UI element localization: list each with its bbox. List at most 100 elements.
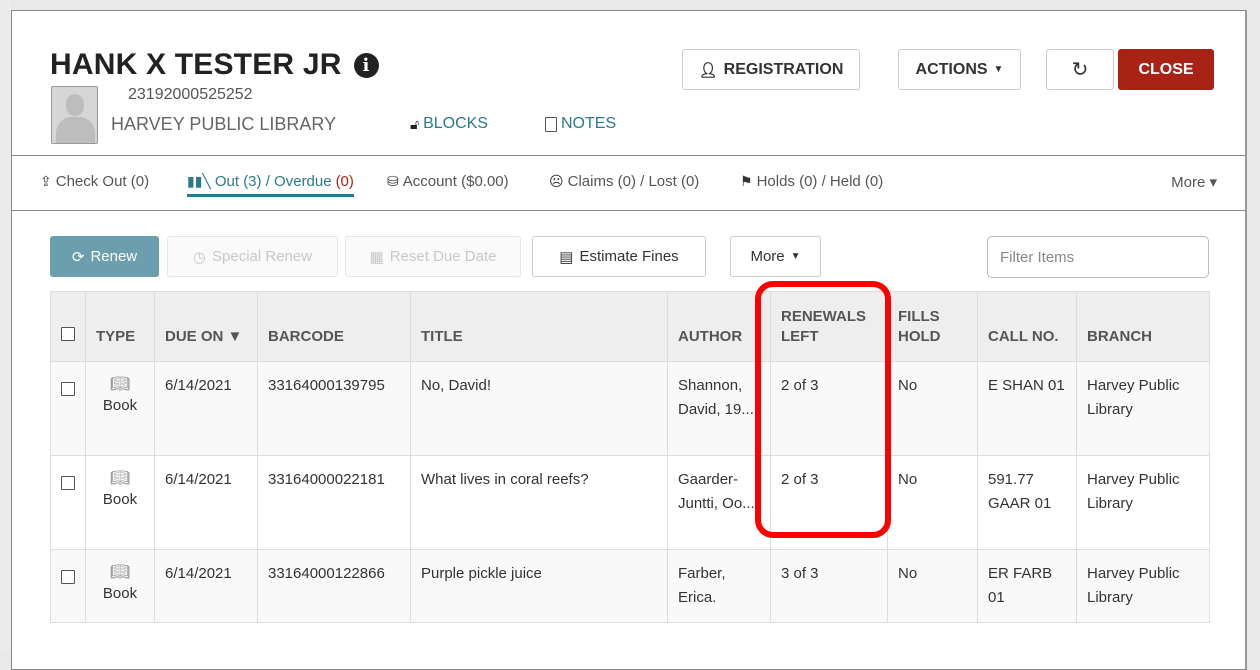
filter-items-input[interactable] bbox=[987, 236, 1209, 278]
tab-holds[interactable]: ⚑ Holds (0) / Held (0) bbox=[740, 173, 883, 190]
user-icon: 👤︎ bbox=[698, 61, 718, 79]
blocks-link[interactable]: 🔓︎ BLOCKS bbox=[410, 115, 488, 133]
call-no-cell: E SHAN 01 bbox=[977, 361, 1077, 456]
estimate-fines-label: Estimate Fines bbox=[579, 248, 679, 265]
due-on-cell: 6/14/2021 bbox=[154, 455, 258, 550]
patron-tabs: ⇪ Check Out (0) ▮▮╲ Out (3) / Overdue (0… bbox=[12, 157, 1245, 211]
row-checkbox[interactable] bbox=[61, 382, 75, 396]
row-checkbox[interactable] bbox=[61, 570, 75, 584]
flag-icon: ⚑ bbox=[740, 173, 753, 189]
tab-check-out[interactable]: ⇪ Check Out (0) bbox=[40, 173, 149, 190]
more-label: More bbox=[750, 248, 785, 265]
actions-label: ACTIONS bbox=[915, 60, 988, 78]
renewals-left-cell: 2 of 3 bbox=[770, 455, 888, 550]
tab-claims[interactable]: ☹︎ Claims (0) / Lost (0) bbox=[549, 173, 699, 190]
special-renew-button[interactable]: ◷ Special Renew bbox=[167, 236, 338, 277]
column-header-fills-hold[interactable]: FILLS HOLD bbox=[887, 291, 978, 362]
author-cell: Shannon, David, 19... bbox=[667, 361, 771, 456]
confused-face-icon: ☹︎ bbox=[549, 173, 564, 189]
table-row[interactable]: 📖︎ Book 6/14/2021 33164000122866 Purple p… bbox=[50, 549, 1210, 623]
estimate-fines-button[interactable]: ▤ Estimate Fines bbox=[532, 236, 706, 277]
column-header-branch[interactable]: BRANCH bbox=[1076, 291, 1210, 362]
tab-items-out[interactable]: ▮▮╲ Out (3) / Overdue (0) bbox=[187, 173, 354, 197]
tab-label: Out (3) / Overdue bbox=[214, 173, 332, 190]
caret-down-icon: ▼ bbox=[790, 251, 801, 262]
column-header-call-no[interactable]: CALL NO. bbox=[977, 291, 1077, 362]
book-icon: 📖︎ bbox=[109, 564, 131, 581]
patron-header: HANK X TESTER JR i 23192000525252 HARVEY… bbox=[12, 11, 1245, 156]
type-cell: 📖︎ Book bbox=[85, 549, 155, 623]
notes-link[interactable]: NOTES bbox=[545, 115, 616, 133]
clock-icon: ◷ bbox=[192, 248, 207, 266]
background-strip bbox=[0, 0, 11, 651]
column-header-type[interactable]: TYPE bbox=[85, 291, 155, 362]
select-all-checkbox[interactable] bbox=[61, 327, 75, 341]
branch-cell: Harvey Public Library bbox=[1076, 455, 1210, 550]
type-cell: 📖︎ Book bbox=[85, 455, 155, 550]
title-cell: What lives in coral reefs? bbox=[410, 455, 668, 550]
actions-dropdown-button[interactable]: ACTIONS ▼ bbox=[898, 49, 1021, 90]
patron-barcode: 23192000525252 bbox=[128, 86, 253, 103]
caret-down-icon: ▼ bbox=[993, 64, 1004, 75]
patron-name-heading: HANK X TESTER JR i bbox=[50, 48, 379, 82]
author-cell: Farber, Erica. bbox=[667, 549, 771, 623]
special-renew-label: Special Renew bbox=[212, 248, 313, 265]
avatar bbox=[51, 86, 98, 144]
branch-cell: Harvey Public Library bbox=[1076, 361, 1210, 456]
tab-label: Account ($0.00) bbox=[402, 173, 509, 190]
close-button[interactable]: CLOSE bbox=[1118, 49, 1214, 90]
renewals-left-cell: 2 of 3 bbox=[770, 361, 888, 456]
table-header-row: TYPE DUE ON ▼ BARCODE TITLE AUTHOR RENEW… bbox=[50, 291, 1210, 362]
books-icon: ▮▮╲ bbox=[187, 173, 211, 189]
type-label: Book bbox=[102, 585, 138, 602]
unlock-icon: 🔓︎ bbox=[410, 115, 420, 132]
refresh-button[interactable]: ↻ bbox=[1046, 49, 1114, 90]
registration-button[interactable]: 👤︎ REGISTRATION bbox=[682, 49, 860, 90]
row-select-cell bbox=[50, 361, 86, 456]
overdue-count: (0) bbox=[335, 173, 354, 190]
avatar-body bbox=[56, 117, 95, 143]
column-header-author[interactable]: AUTHOR bbox=[667, 291, 771, 362]
author-cell: Gaarder-Juntti, Oo... bbox=[667, 455, 771, 550]
fills-hold-cell: No bbox=[887, 455, 978, 550]
title-cell: No, David! bbox=[410, 361, 668, 456]
tab-label: Holds (0) / Held (0) bbox=[756, 173, 884, 190]
patron-library: HARVEY PUBLIC LIBRARY bbox=[111, 114, 337, 134]
patron-name: HANK X TESTER JR bbox=[50, 48, 342, 81]
column-header-title[interactable]: TITLE bbox=[410, 291, 668, 362]
column-header-renewals-left[interactable]: RENEWALS LEFT bbox=[770, 291, 888, 362]
close-label: CLOSE bbox=[1138, 60, 1194, 78]
book-icon: 📖︎ bbox=[109, 376, 131, 393]
tab-label: Claims (0) / Lost (0) bbox=[567, 173, 700, 190]
calendar-icon: ▦ bbox=[369, 248, 384, 266]
renewals-left-cell: 3 of 3 bbox=[770, 549, 888, 623]
column-header-due-on[interactable]: DUE ON ▼ bbox=[154, 291, 258, 362]
type-label: Book bbox=[102, 397, 138, 414]
renew-button[interactable]: ⟳ Renew bbox=[50, 236, 159, 277]
renew-label: Renew bbox=[90, 248, 138, 265]
table-row[interactable]: 📖︎ Book 6/14/2021 33164000139795 No, Davi… bbox=[50, 361, 1210, 456]
due-on-cell: 6/14/2021 bbox=[154, 361, 258, 456]
row-select-cell bbox=[50, 549, 86, 623]
select-all-header bbox=[50, 291, 86, 362]
call-no-cell: 591.77 GAAR 01 bbox=[977, 455, 1077, 550]
avatar-head bbox=[66, 94, 84, 116]
branch-cell: Harvey Public Library bbox=[1076, 549, 1210, 623]
column-header-barcode[interactable]: BARCODE bbox=[257, 291, 411, 362]
call-no-cell: ER FARB 01 bbox=[977, 549, 1077, 623]
money-icon: ⛁ bbox=[387, 173, 399, 189]
refresh-icon: ↻ bbox=[1071, 59, 1089, 81]
tabs-more-dropdown[interactable]: More ▾ bbox=[1171, 173, 1217, 191]
fills-hold-cell: No bbox=[887, 361, 978, 456]
info-icon[interactable]: i bbox=[353, 52, 379, 78]
reset-due-date-label: Reset Due Date bbox=[389, 248, 497, 265]
tab-label: Check Out (0) bbox=[55, 173, 150, 190]
barcode-cell: 33164000139795 bbox=[257, 361, 411, 456]
barcode-cell: 33164000022181 bbox=[257, 455, 411, 550]
row-checkbox[interactable] bbox=[61, 476, 75, 490]
more-actions-button[interactable]: More ▼ bbox=[730, 236, 821, 277]
reset-due-date-button[interactable]: ▦ Reset Due Date bbox=[345, 236, 521, 277]
table-row[interactable]: 📖︎ Book 6/14/2021 33164000022181 What liv… bbox=[50, 455, 1210, 550]
tab-account[interactable]: ⛁ Account ($0.00) bbox=[387, 173, 509, 190]
barcode-cell: 33164000122866 bbox=[257, 549, 411, 623]
